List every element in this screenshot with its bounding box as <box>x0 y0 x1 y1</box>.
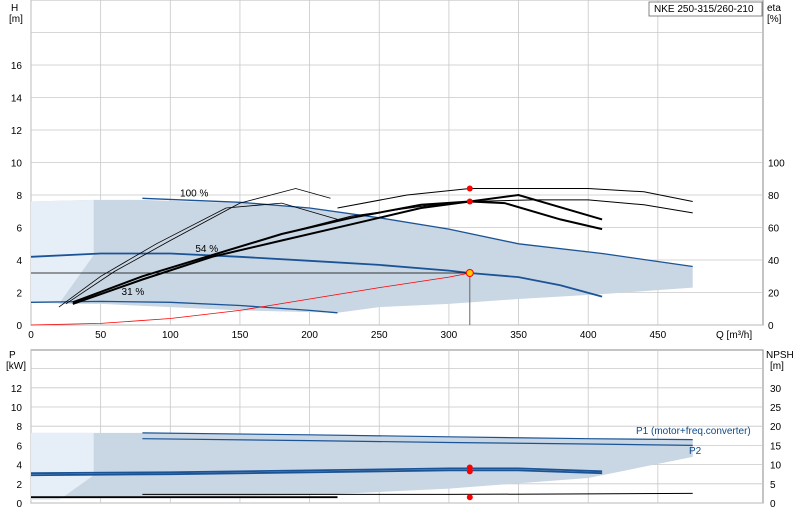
y-tick-label-eta: 80 <box>768 191 780 202</box>
x-tick-label: 400 <box>580 330 597 341</box>
legend-p2: P2 <box>689 446 702 457</box>
y-tick-label-eta: 0 <box>768 321 774 332</box>
x-tick-label: 450 <box>650 330 667 341</box>
chart-title: NKE 250-315/260-210 <box>654 4 754 15</box>
y-tick-label-power: 12 <box>11 384 23 395</box>
y-axis-label-power: P <box>9 350 16 361</box>
y-axis-label-eta-unit: [%] <box>767 14 782 25</box>
speed-annotation: 31 % <box>122 287 145 298</box>
y-tick-label-head: 16 <box>11 61 23 72</box>
y-tick-label-npsh: 15 <box>770 441 782 452</box>
y-tick-label-head: 6 <box>16 224 22 235</box>
duty-npsh-marker <box>466 494 473 501</box>
y-tick-label-head: 14 <box>11 94 23 105</box>
y-tick-label-power: 0 <box>16 499 22 510</box>
y-tick-label-eta: 20 <box>768 289 780 300</box>
legend-p1: P1 (motor+freq.converter) <box>636 426 751 437</box>
y-tick-label-npsh: 20 <box>770 422 782 433</box>
y-tick-label-power: 4 <box>16 461 22 472</box>
x-tick-label: 250 <box>371 330 388 341</box>
y-tick-label-npsh: 25 <box>770 403 782 414</box>
y-tick-label-npsh: 5 <box>770 480 776 491</box>
x-tick-label: 150 <box>232 330 249 341</box>
x-tick-label: 350 <box>510 330 527 341</box>
y-tick-label-head: 12 <box>11 126 23 137</box>
y-axis-label-head: H <box>11 3 18 14</box>
y-axis-label-npsh-unit: [m] <box>770 361 784 372</box>
pump-curve-chart: 100 %54 %31 % 0 50 100 150 200 250 300 350 400 45… <box>6 0 794 510</box>
y-tick-label-head: 2 <box>16 289 22 300</box>
y-tick-label-eta: 60 <box>768 224 780 235</box>
x-tick-label: 0 <box>28 330 34 341</box>
y-tick-label-npsh: 30 <box>770 384 782 395</box>
y-tick-label-npsh: 10 <box>770 461 782 472</box>
y-axis-label-npsh: NPSH <box>766 350 794 361</box>
head-panel: 100 %54 %31 % 0 50 100 150 200 250 300 350 400 45… <box>9 0 785 341</box>
y-axis-label-power-unit: [kW] <box>6 361 26 372</box>
duty-eta-marker <box>466 198 473 205</box>
duty-eta-marker <box>466 185 473 192</box>
duty-power-marker <box>466 468 473 475</box>
x-tick-label: 200 <box>301 330 318 341</box>
y-tick-label-eta: 40 <box>768 256 780 267</box>
speed-annotation: 54 % <box>195 244 218 255</box>
power-panel: 0 2 4 6 8 10 12 0 5 10 15 20 25 30 P [kW] NPSH [m] P1… <box>6 349 794 510</box>
y-tick-label-power: 10 <box>11 403 23 414</box>
x-tick-label: 300 <box>441 330 458 341</box>
y-tick-label-head: 10 <box>11 159 23 170</box>
speed-annotation: 100 % <box>180 189 208 200</box>
x-tick-label: 100 <box>162 330 179 341</box>
y-tick-label-power: 8 <box>16 422 22 433</box>
y-axis-label-eta: eta <box>767 3 781 14</box>
y-tick-label-head: 8 <box>16 191 22 202</box>
y-tick-label-power: 2 <box>16 480 22 491</box>
duty-point-marker <box>465 269 474 277</box>
y-axis-label-head-unit: [m] <box>9 14 23 25</box>
y-tick-label-head: 4 <box>16 256 22 267</box>
x-tick-label: 50 <box>95 330 107 341</box>
x-axis-label: Q [m³/h] <box>716 330 752 341</box>
y-tick-label-eta: 100 <box>768 159 785 170</box>
y-tick-label-power: 6 <box>16 441 22 452</box>
y-tick-label-head: 0 <box>16 321 22 332</box>
y-tick-label-npsh: 0 <box>770 499 776 510</box>
